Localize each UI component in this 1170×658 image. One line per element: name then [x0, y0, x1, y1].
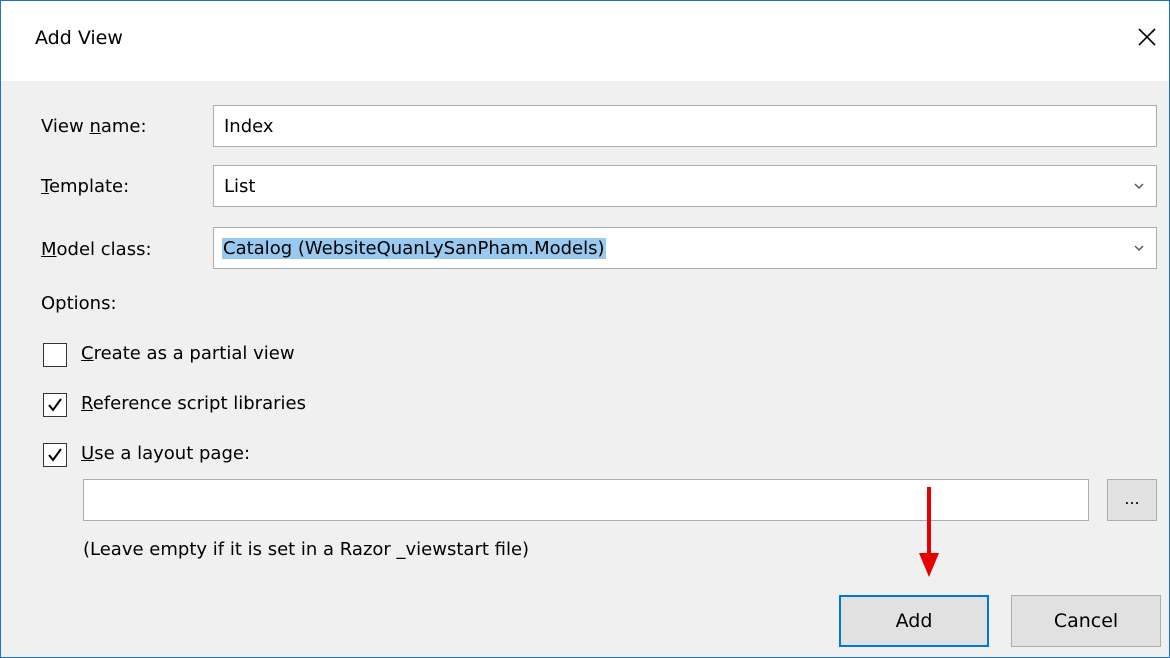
browse-button[interactable]: ... — [1107, 479, 1157, 521]
options-heading: Options: — [41, 293, 117, 314]
script-libraries-checkbox[interactable] — [43, 393, 67, 417]
dialog-title: Add View — [35, 27, 123, 49]
view-name-label: View name: — [41, 116, 147, 137]
view-name-value: Index — [224, 116, 274, 137]
chevron-down-icon — [1134, 245, 1144, 251]
red-arrow-annotation — [919, 487, 939, 577]
layout-hint-text: (Leave empty if it is set in a Razor _vi… — [83, 539, 530, 560]
cancel-button[interactable]: Cancel — [1011, 595, 1161, 647]
title-bar: Add View — [1, 1, 1169, 81]
template-select[interactable]: List — [213, 165, 1157, 207]
partial-view-checkbox[interactable] — [43, 343, 67, 367]
model-class-label: Model class: — [41, 239, 152, 260]
checkmark-icon — [48, 398, 62, 412]
model-class-select[interactable]: Catalog (WebsiteQuanLySanPham.Models) — [213, 227, 1157, 269]
checkmark-icon — [48, 448, 62, 462]
add-view-dialog: Add View View name: Index Template: List… — [0, 0, 1170, 658]
layout-page-label: Use a layout page: — [81, 443, 251, 464]
view-name-input[interactable]: Index — [213, 105, 1157, 147]
add-button[interactable]: Add — [839, 595, 989, 647]
template-label: Template: — [41, 176, 130, 197]
script-libraries-label: Reference script libraries — [81, 393, 306, 414]
template-value: List — [224, 176, 256, 197]
chevron-down-icon — [1134, 183, 1144, 189]
model-class-value: Catalog (WebsiteQuanLySanPham.Models) — [222, 238, 606, 259]
layout-page-checkbox[interactable] — [43, 443, 67, 467]
close-icon[interactable] — [1129, 19, 1165, 55]
partial-view-label: Create as a partial view — [81, 343, 295, 364]
